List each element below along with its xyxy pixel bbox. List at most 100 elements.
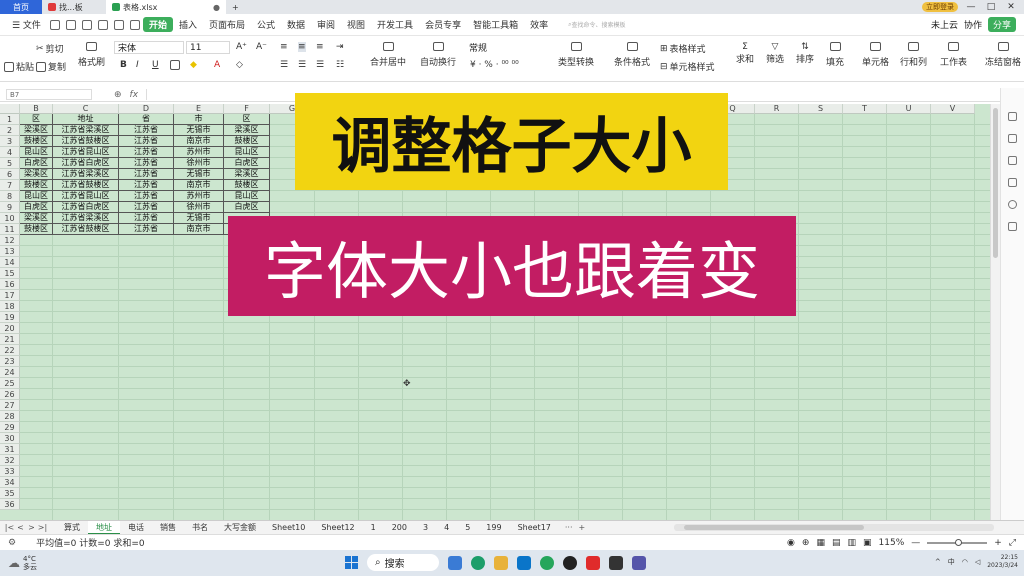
table-cell[interactable]: 江苏省: [119, 158, 174, 169]
table-cell[interactable]: 江苏省: [119, 169, 174, 180]
table-cell[interactable]: 江苏省: [119, 224, 174, 235]
side-shape-icon[interactable]: [1008, 156, 1017, 165]
distribute-button[interactable]: ☷: [336, 60, 344, 70]
file-menu[interactable]: ☰ 文件: [6, 18, 47, 31]
table-cell[interactable]: 无锡市: [174, 125, 224, 136]
font-size-select[interactable]: 11: [186, 41, 230, 54]
ime-indicator[interactable]: 中: [948, 557, 955, 567]
task-view-icon[interactable]: [448, 555, 462, 570]
table-cell[interactable]: 梁溪区: [224, 125, 270, 136]
home-tab[interactable]: 首页: [0, 0, 42, 14]
taskbar-search[interactable]: ⌕ 搜索: [367, 554, 439, 571]
page-layout-view-icon[interactable]: ▤: [832, 538, 841, 548]
share-button[interactable]: 分享: [987, 17, 1016, 32]
table-cell[interactable]: 鼓楼区: [224, 180, 270, 191]
row-header[interactable]: 31: [0, 444, 20, 455]
clock[interactable]: 22:15 2023/3/24: [987, 554, 1018, 570]
row-header[interactable]: 25: [0, 378, 20, 389]
side-property-icon[interactable]: [1008, 178, 1017, 187]
table-cell[interactable]: 苏州市: [174, 147, 224, 158]
save-icon[interactable]: [49, 19, 60, 30]
row-header[interactable]: 3: [0, 136, 20, 147]
row-header[interactable]: 13: [0, 246, 20, 257]
zoom-out-button[interactable]: —: [911, 538, 920, 548]
font-grow-button[interactable]: A⁺: [236, 42, 247, 52]
view-mode-icon[interactable]: ⊕: [802, 538, 810, 548]
sheet-tab[interactable]: 1: [363, 521, 384, 535]
side-select-icon[interactable]: [1008, 112, 1017, 121]
sheet-tab[interactable]: 4: [436, 521, 457, 535]
side-style-icon[interactable]: [1008, 134, 1017, 143]
menu-insert[interactable]: 插入: [173, 18, 203, 31]
paste-button[interactable]: 粘贴: [4, 60, 34, 73]
close-tab-icon[interactable]: ●: [213, 3, 220, 12]
table-cell[interactable]: 江苏省: [119, 191, 174, 202]
indent-button[interactable]: ⇥: [336, 42, 344, 52]
row-header[interactable]: 30: [0, 433, 20, 444]
column-header[interactable]: V: [931, 104, 975, 114]
sheet-tab[interactable]: 销售: [152, 521, 184, 535]
sum-button[interactable]: Σ 求和: [736, 42, 754, 65]
row-header[interactable]: 4: [0, 147, 20, 158]
table-cell[interactable]: 江苏省梁溪区: [53, 213, 119, 224]
table-cell[interactable]: 江苏省: [119, 147, 174, 158]
menu-developer[interactable]: 开发工具: [371, 18, 419, 31]
table-cell[interactable]: 地址: [53, 114, 119, 125]
table-cell[interactable]: 江苏省梁溪区: [53, 125, 119, 136]
align-center-button[interactable]: ☰: [298, 60, 306, 70]
column-header[interactable]: R: [755, 104, 799, 114]
column-header[interactable]: F: [224, 104, 270, 114]
fill-button[interactable]: 填充: [826, 42, 844, 68]
menu-efficiency[interactable]: 效率: [524, 18, 554, 31]
table-cell[interactable]: 昆山区: [20, 147, 53, 158]
app3-icon[interactable]: [632, 555, 646, 570]
table-cell[interactable]: 白虎区: [20, 158, 53, 169]
table-cell[interactable]: 江苏省: [119, 136, 174, 147]
column-header[interactable]: S: [799, 104, 843, 114]
row-header[interactable]: 23: [0, 356, 20, 367]
table-cell[interactable]: 南京市: [174, 180, 224, 191]
maximize-icon[interactable]: □: [984, 2, 998, 12]
more-sheets-icon[interactable]: ···: [565, 523, 573, 532]
reading-view-icon[interactable]: ▣: [863, 538, 872, 548]
row-header[interactable]: 14: [0, 257, 20, 268]
table-cell[interactable]: 白虎区: [224, 158, 270, 169]
weather-widget[interactable]: ☁ 4°C 多云: [0, 555, 37, 571]
table-cell[interactable]: 江苏省: [119, 202, 174, 213]
minimize-icon[interactable]: —: [964, 2, 978, 12]
table-cell[interactable]: 江苏省鼓楼区: [53, 224, 119, 235]
align-left-button[interactable]: ☰: [280, 60, 288, 70]
row-header[interactable]: 1: [0, 114, 20, 125]
page-break-view-icon[interactable]: ▥: [847, 538, 856, 548]
row-header[interactable]: 22: [0, 345, 20, 356]
table-cell[interactable]: 江苏省白虎区: [53, 158, 119, 169]
table-cell[interactable]: 苏州市: [174, 191, 224, 202]
table-cell[interactable]: 江苏省鼓楼区: [53, 136, 119, 147]
align-bottom-button[interactable]: ≡: [316, 42, 324, 52]
side-backup-icon[interactable]: [1008, 222, 1017, 231]
row-header[interactable]: 18: [0, 301, 20, 312]
row-header[interactable]: 33: [0, 466, 20, 477]
row-header[interactable]: 16: [0, 279, 20, 290]
table-cell[interactable]: 省: [119, 114, 174, 125]
conditional-format-button[interactable]: 条件格式: [614, 42, 650, 68]
app-icon[interactable]: [540, 555, 554, 570]
table-cell[interactable]: 梁溪区: [224, 169, 270, 180]
worksheet-button[interactable]: 工作表: [940, 42, 967, 68]
column-header[interactable]: B: [20, 104, 53, 114]
row-header[interactable]: 28: [0, 411, 20, 422]
table-cell[interactable]: 区: [20, 114, 53, 125]
sort-button[interactable]: ⇅ 排序: [796, 42, 814, 65]
preview-icon[interactable]: [97, 19, 108, 30]
sheet-tab[interactable]: 算式: [56, 521, 88, 535]
add-sheet-button[interactable]: +: [579, 523, 586, 532]
sheet-tab[interactable]: 电话: [120, 521, 152, 535]
table-cell[interactable]: 江苏省: [119, 125, 174, 136]
vertical-scrollbar[interactable]: [990, 104, 1000, 520]
table-cell[interactable]: 徐州市: [174, 202, 224, 213]
table-cell[interactable]: 江苏省昆山区: [53, 191, 119, 202]
row-header[interactable]: 9: [0, 202, 20, 213]
side-location-icon[interactable]: [1008, 200, 1017, 209]
freeze-button[interactable]: 冻结窗格: [982, 42, 1024, 68]
table-cell[interactable]: 江苏省: [119, 180, 174, 191]
